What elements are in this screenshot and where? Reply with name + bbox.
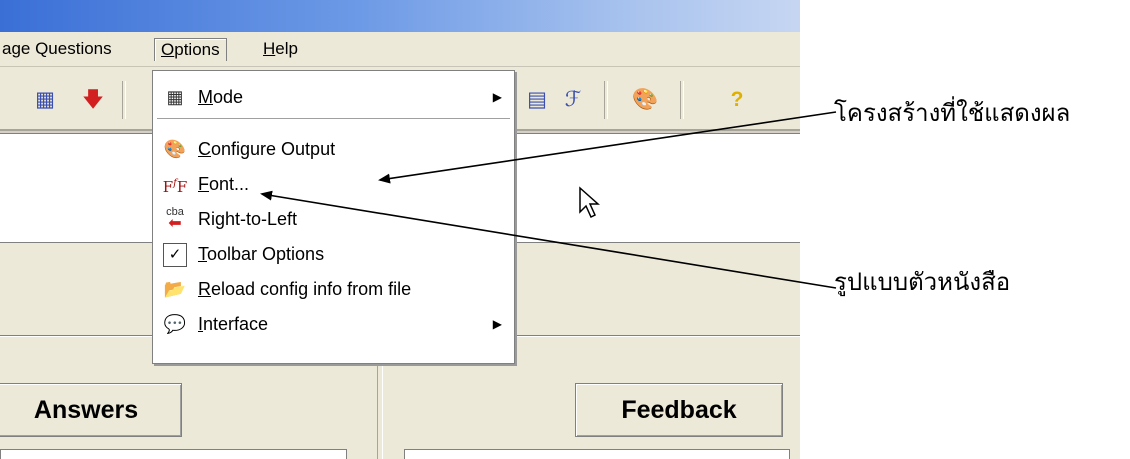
annotation-output-structure: โครงสร้างที่ใช้แสดงผล [834,99,1071,127]
font-format-leader [260,190,837,289]
annotation-leaders [260,111,837,289]
annotation-font-format: รูปแบบตัวหนังสือ [834,268,1011,296]
output-structure-leader [378,111,837,184]
